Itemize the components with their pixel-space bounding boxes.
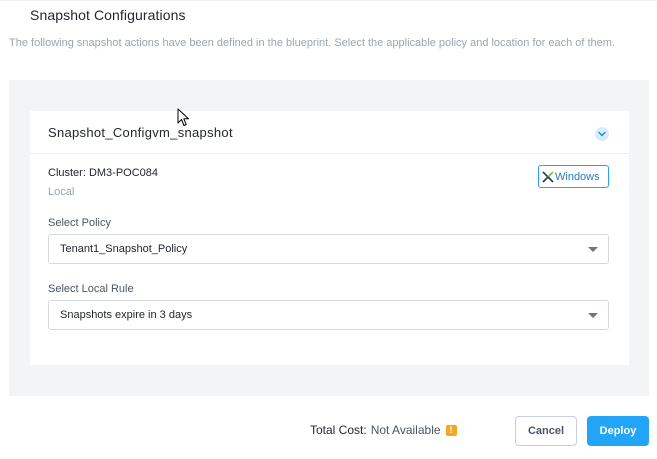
top-divider [0,0,657,1]
policy-select-value: Tenant1_Snapshot_Policy [60,243,188,255]
cancel-button[interactable]: Cancel [515,416,577,446]
snapshot-card-title: Snapshot_Configvm_snapshot [48,125,233,140]
snapshot-card: Snapshot_Configvm_snapshot Cluster: DM3-… [30,111,629,365]
total-cost-value: Not Available [370,423,441,437]
policy-select[interactable]: Tenant1_Snapshot_Policy [48,234,609,264]
local-rule-select[interactable]: Snapshots expire in 3 days [48,300,609,330]
local-rule-select-value: Snapshots expire in 3 days [60,309,193,321]
local-rule-label: Select Local Rule [48,283,134,295]
os-badge-label: Windows [555,170,600,183]
total-cost-label: Total Cost: [310,423,367,437]
warning-icon[interactable]: ! [445,424,457,436]
mouse-pointer-icon [177,108,189,126]
section-title: Snapshot Configurations [30,7,186,23]
chevron-down-icon[interactable] [595,127,609,141]
os-badge: Windows [538,165,609,188]
caret-down-icon [588,247,598,252]
snapshot-card-header[interactable]: Snapshot_Configvm_snapshot [30,111,629,154]
cluster-label: Cluster: DM3-POC084 [48,167,159,179]
total-cost: Total Cost: Not Available ! [310,423,457,437]
caret-down-icon [588,313,598,318]
deploy-button[interactable]: Deploy [587,416,649,446]
nutanix-x-icon [542,170,554,183]
cluster-location: Local [48,186,75,198]
policy-label: Select Policy [48,217,111,229]
snapshot-config-page: Snapshot Configurations The following sn… [0,0,657,459]
section-description: The following snapshot actions have been… [9,37,616,49]
